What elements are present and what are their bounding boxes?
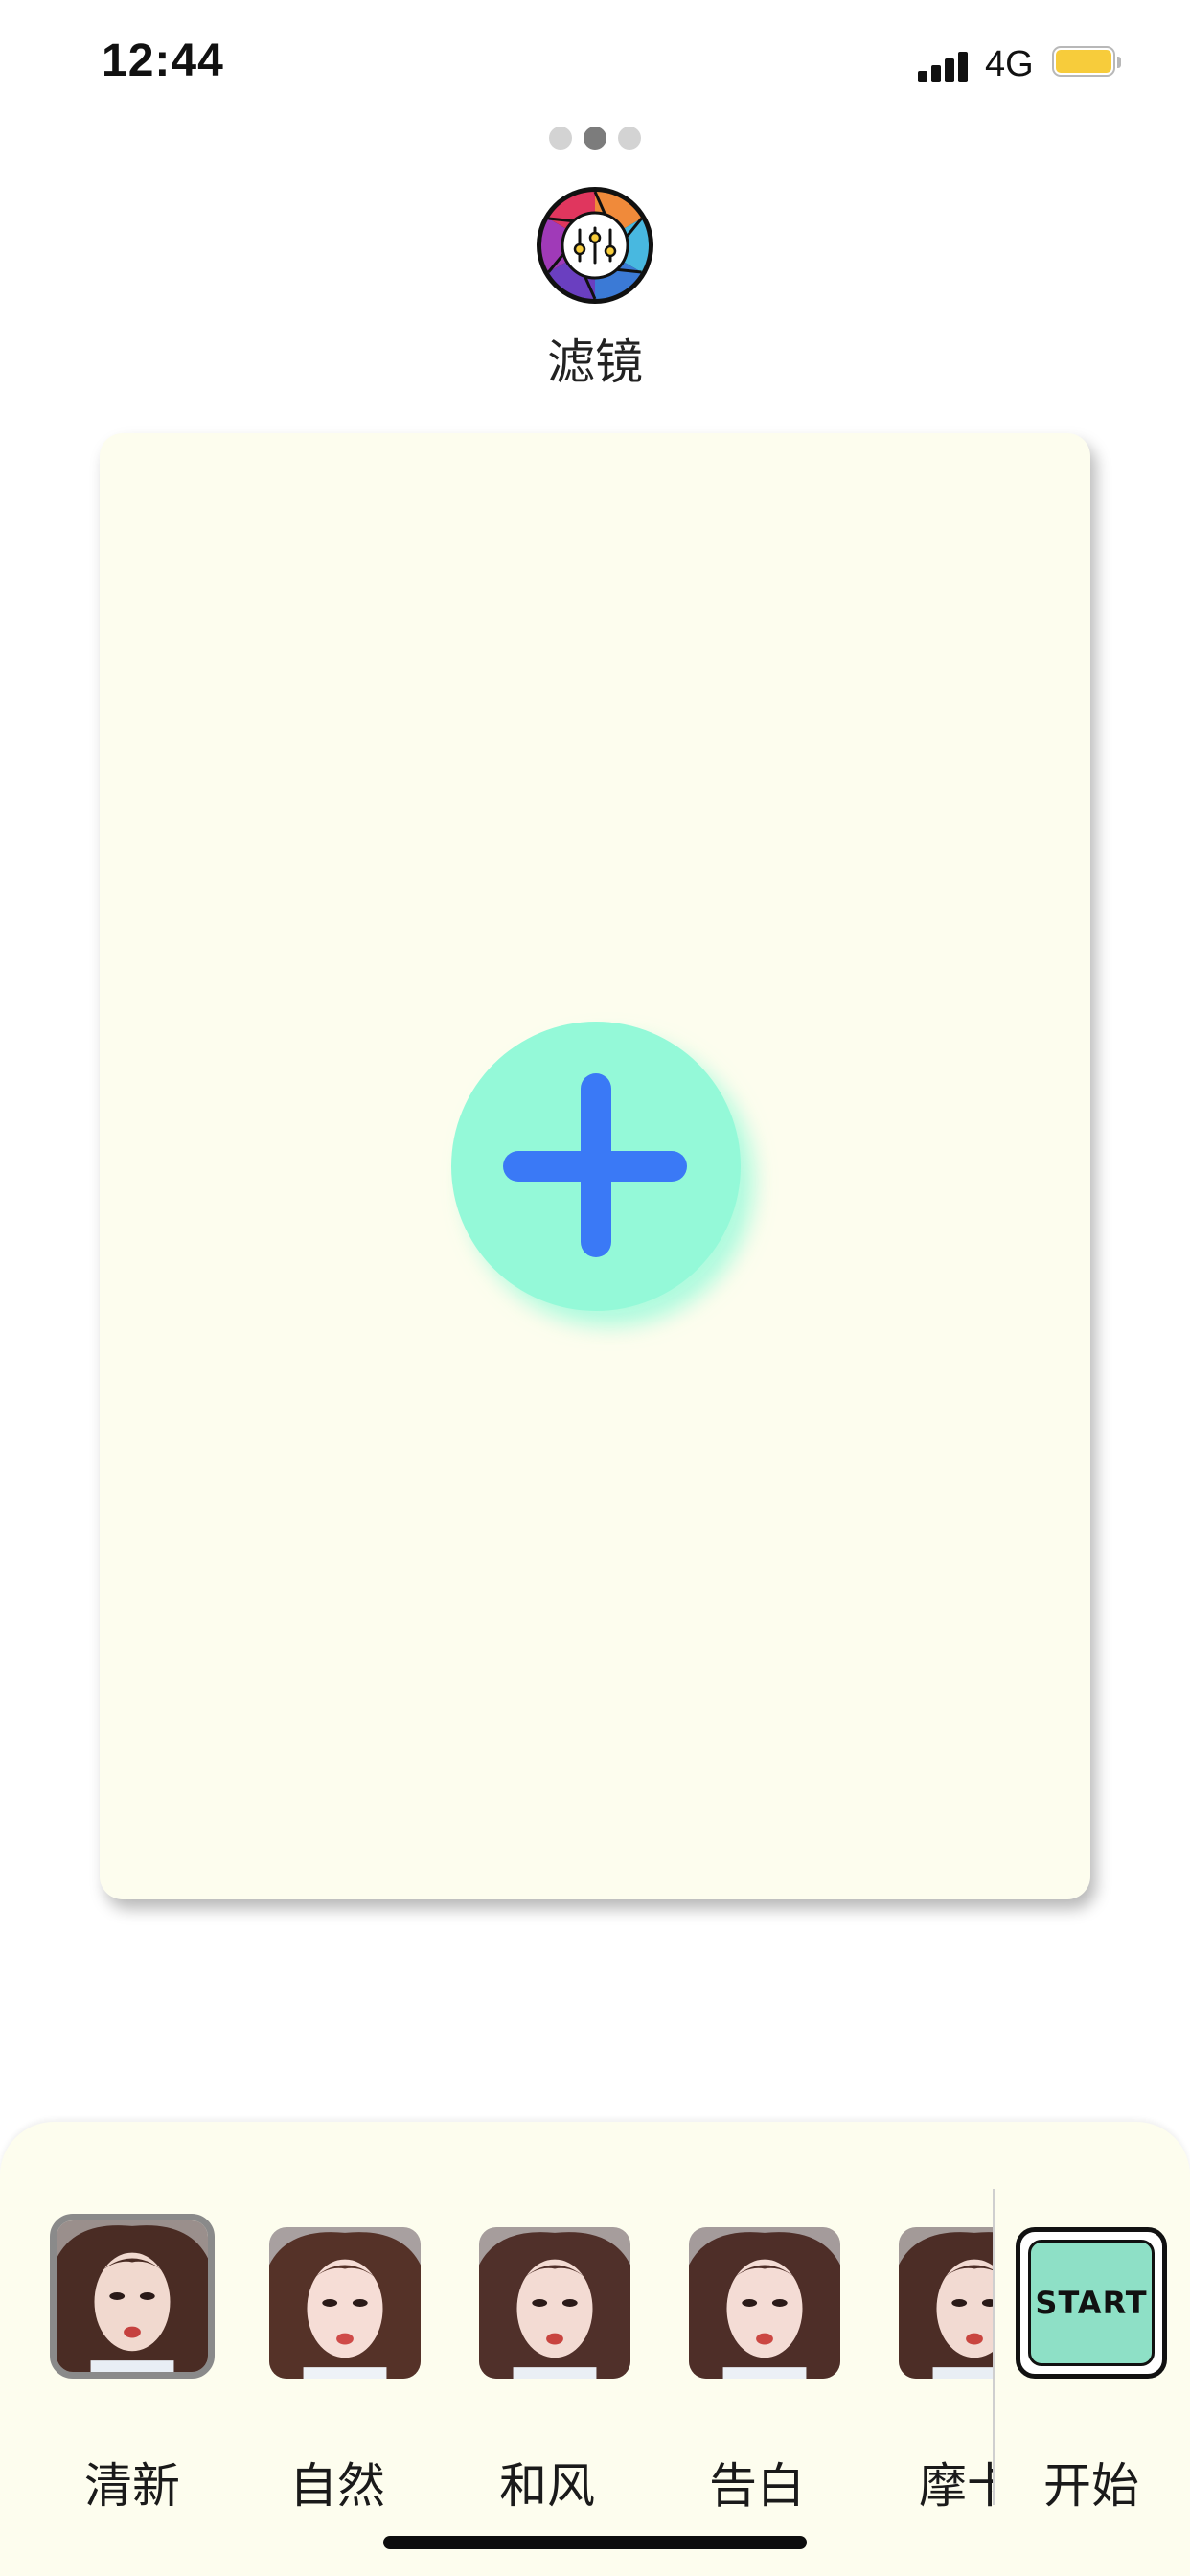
start-button[interactable]: START <box>1016 2227 1167 2379</box>
filter-label: 告白 <box>709 2458 805 2514</box>
battery-icon <box>1052 46 1121 80</box>
filter-item[interactable]: 自然 <box>255 2214 421 2540</box>
filter-item[interactable]: 和风 <box>465 2214 630 2540</box>
filter-label: 清新 <box>84 2458 180 2514</box>
filter-item[interactable]: 告白 <box>675 2214 840 2540</box>
portrait-thumbnail <box>899 2227 993 2379</box>
page-dot[interactable] <box>618 126 641 150</box>
home-indicator[interactable] <box>383 2536 807 2549</box>
network-type: 4G <box>985 44 1034 84</box>
page-title: 滤镜 <box>547 334 643 390</box>
portrait-thumbnail <box>689 2227 840 2379</box>
page-indicator <box>0 126 1190 150</box>
status-time: 12:44 <box>102 35 224 86</box>
portrait-thumbnail <box>269 2227 421 2379</box>
page-dot[interactable] <box>549 126 572 150</box>
cellular-signal-icon <box>918 50 970 82</box>
start-label: 开始 <box>1043 2458 1139 2514</box>
filter-panel: 清新 自然 和风 告白 摩卡 START 开始 <box>0 2122 1190 2576</box>
aperture-sliders-icon <box>537 187 653 304</box>
status-bar: 12:44 4G <box>0 0 1190 134</box>
portrait-thumbnail <box>479 2227 630 2379</box>
filter-label: 摩卡 <box>919 2458 993 2514</box>
filter-item-selected[interactable]: 清新 <box>50 2214 215 2540</box>
start-badge-text: START <box>1035 2285 1148 2321</box>
filter-label: 自然 <box>289 2458 385 2514</box>
filter-item[interactable]: 摩卡 <box>884 2214 993 2540</box>
portrait-thumbnail <box>50 2214 215 2379</box>
page-dot-active[interactable] <box>584 126 606 150</box>
filter-list[interactable]: 清新 自然 和风 告白 摩卡 <box>0 2122 993 2576</box>
add-photo-button[interactable] <box>451 1022 741 1311</box>
filter-label: 和风 <box>499 2458 595 2514</box>
